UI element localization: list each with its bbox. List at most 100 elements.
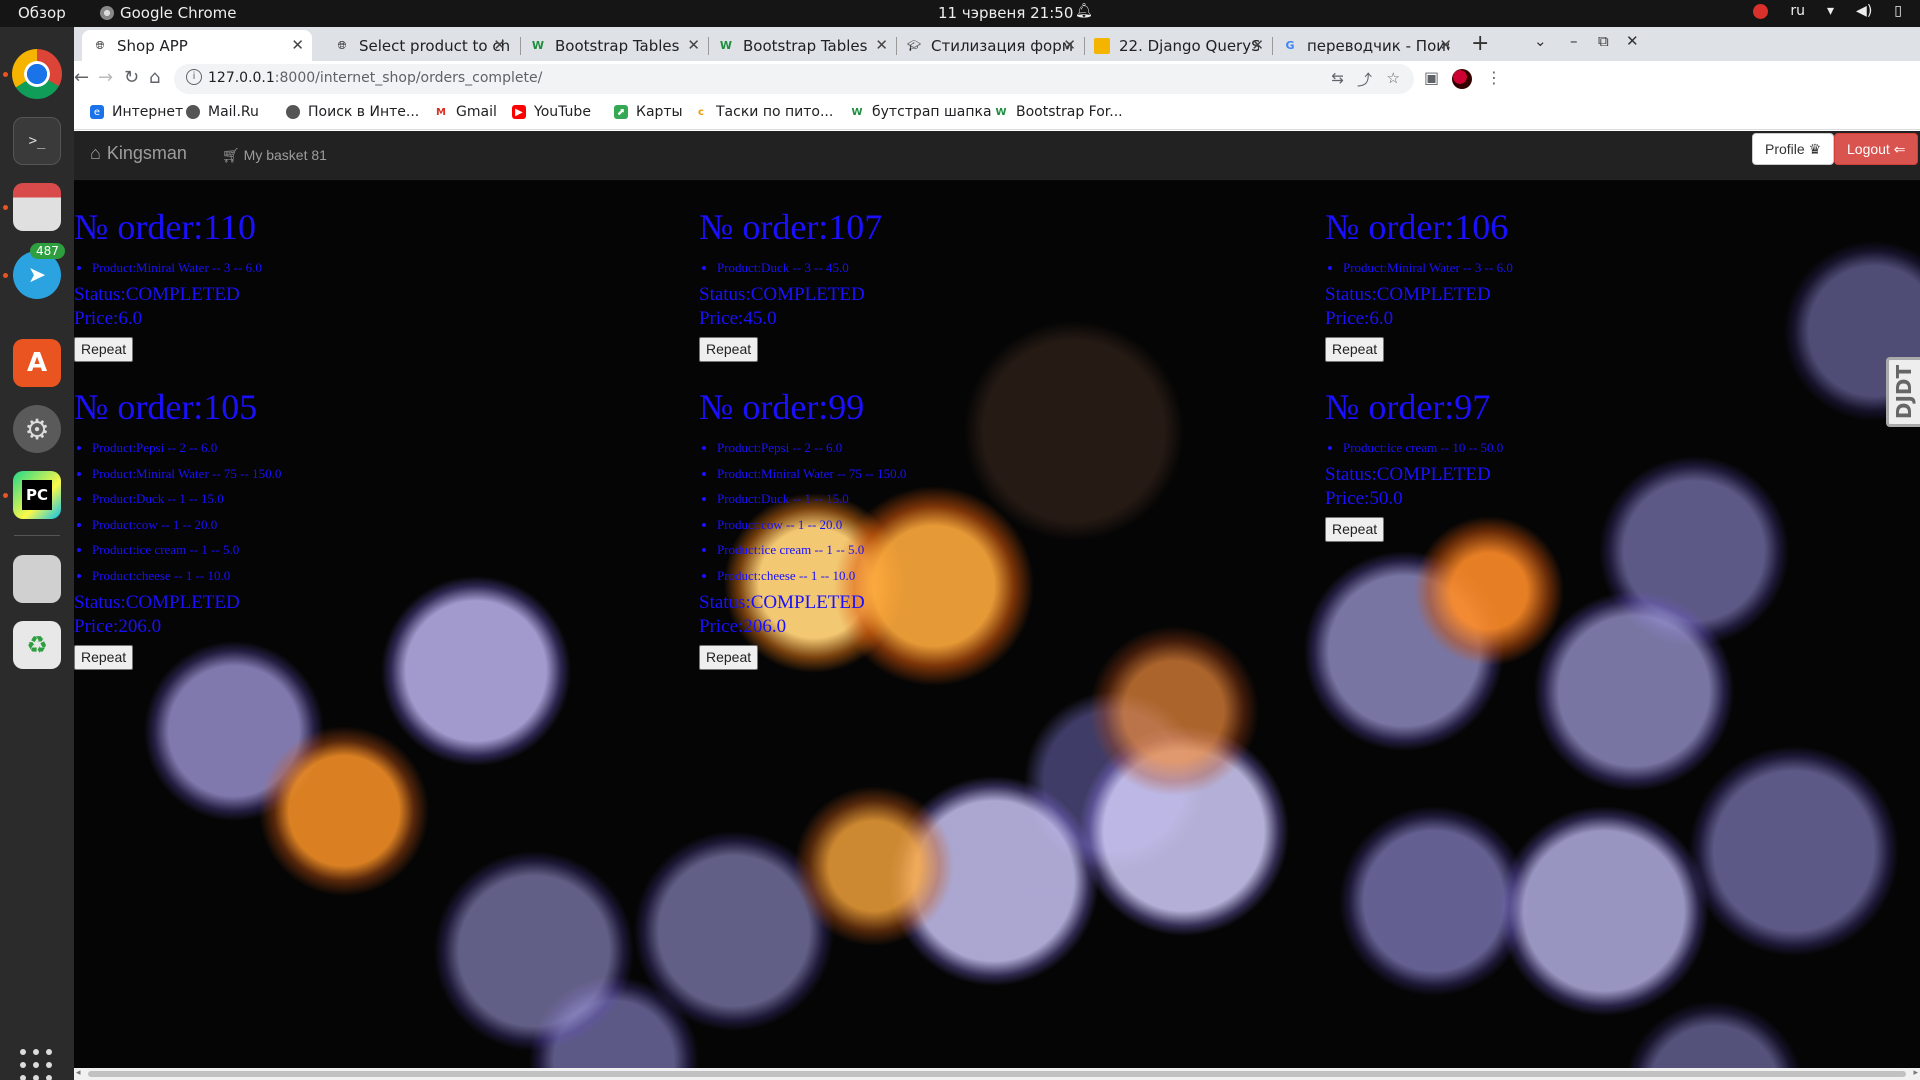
dock-separator <box>14 535 60 536</box>
tab-bootstrap-tables-2[interactable]: W Bootstrap Tables ✕ <box>708 30 896 61</box>
system-tray[interactable]: ru ▾ ◀) ▯ <box>1753 3 1902 19</box>
indicator-icon[interactable] <box>1753 3 1769 19</box>
files-icon[interactable] <box>13 183 61 231</box>
clock[interactable]: 11 чэрвеня 21:50 <box>938 4 1073 22</box>
bookmark-mailru[interactable]: Mail.Ru <box>186 104 259 120</box>
bookmark-search[interactable]: Поиск в Инте... <box>286 104 419 120</box>
system-top-bar: Обзор Google Chrome 11 чэрвеня 21:50 🔔︎ … <box>0 0 1920 27</box>
django-debug-toolbar-handle[interactable]: DJDT <box>1886 357 1920 427</box>
youtube-icon: ▶ <box>512 105 526 119</box>
running-indicator <box>3 205 8 210</box>
scroll-thumb[interactable] <box>88 1071 1906 1077</box>
slides-icon <box>1094 37 1110 54</box>
restore-button[interactable]: ⧉ <box>1598 32 1609 50</box>
list-item: Product:ice cream -- 10 -- 50.0 <box>1343 435 1885 461</box>
tab-django-queryset[interactable]: 22. Django QuerySet API ✕ <box>1084 30 1272 61</box>
globe-icon: 🌐︎ <box>95 38 105 52</box>
page-viewport: ⌂ Kingsman 🛒︎ My basket 81 Profile ♛ Log… <box>74 131 1920 1080</box>
disk-icon[interactable] <box>13 555 61 603</box>
tab-shop-app[interactable]: 🌐︎ Shop APP ✕ <box>82 30 312 61</box>
show-apps-icon[interactable] <box>20 1049 54 1080</box>
minimize-button[interactable]: – <box>1570 32 1578 50</box>
profile-button[interactable]: Profile ♛ <box>1752 133 1835 165</box>
chrome-small-icon <box>100 6 114 20</box>
wifi-icon: ▾ <box>1827 3 1835 19</box>
close-icon[interactable]: ✕ <box>1063 36 1076 54</box>
activities-button[interactable]: Обзор <box>18 4 66 22</box>
back-button[interactable]: ← <box>74 67 89 88</box>
order-price: Price:45.0 <box>699 307 777 329</box>
home-button[interactable]: ⌂ <box>149 67 160 88</box>
logout-button[interactable]: Logout ⇐ <box>1834 133 1919 165</box>
scroll-right-icon[interactable]: ▸ <box>1913 1068 1918 1078</box>
order-title: № order:106 <box>1325 207 1509 247</box>
globe-icon: 🌐︎ <box>337 38 347 52</box>
order-status: Status:COMPLETED <box>699 591 865 613</box>
bookmark-gmail[interactable]: M Gmail <box>434 104 497 120</box>
tab-bootstrap-tables-1[interactable]: W Bootstrap Tables ✕ <box>520 30 708 61</box>
reload-button[interactable]: ↻ <box>124 67 139 88</box>
chrome-icon[interactable] <box>12 49 62 99</box>
bookmark-internet[interactable]: e Интернет <box>90 104 183 120</box>
close-icon[interactable]: ✕ <box>1251 36 1264 54</box>
horizontal-scrollbar[interactable]: ◂ ▸ <box>74 1068 1920 1080</box>
tab-select-product[interactable]: 🌐︎ Select product to chang ✕ <box>324 30 514 61</box>
translate-icon[interactable]: ⇆ <box>1331 69 1344 87</box>
profile-avatar[interactable] <box>1452 69 1472 89</box>
close-icon[interactable]: ✕ <box>493 36 506 54</box>
share-icon[interactable]: ⤴ <box>1357 69 1372 90</box>
bookmark-tasks[interactable]: c Таски по пито... <box>694 104 833 120</box>
order-items: Product:Pepsi -- 2 -- 6.0 Product:Minira… <box>92 435 674 589</box>
tab-search-icon[interactable]: ⌄ <box>1534 32 1547 50</box>
bookmark-maps[interactable]: ⬈ Карты <box>614 104 683 120</box>
pycharm-icon[interactable]: PC <box>13 471 61 519</box>
repeat-button[interactable]: Repeat <box>699 644 759 670</box>
repeat-button[interactable]: Repeat <box>74 644 134 670</box>
order-title: № order:107 <box>699 207 883 247</box>
basket-link[interactable]: 🛒︎ My basket 81 <box>222 147 327 164</box>
close-icon[interactable]: ✕ <box>1439 36 1452 54</box>
repeat-button[interactable]: Repeat <box>1325 336 1385 362</box>
bookmarks-bar: e Интернет Mail.Ru Поиск в Инте... M Gmail… <box>74 98 1920 130</box>
menu-icon[interactable]: ⋮ <box>1486 68 1502 87</box>
side-panel-icon[interactable]: ▣ <box>1424 68 1439 87</box>
list-item: Product:Miniral Water -- 75 -- 150.0 <box>717 461 1299 487</box>
close-icon[interactable]: ✕ <box>291 36 304 54</box>
repeat-button[interactable]: Repeat <box>1325 516 1385 542</box>
info-icon[interactable]: i <box>186 69 202 85</box>
active-app-menu[interactable]: Google Chrome <box>100 4 237 22</box>
close-window-button[interactable]: ✕ <box>1626 32 1639 50</box>
tab-label: 22. Django QuerySet API <box>1119 36 1259 55</box>
c-icon: c <box>694 105 708 119</box>
keyboard-layout[interactable]: ru <box>1790 3 1805 19</box>
repeat-button[interactable]: Repeat <box>699 336 759 362</box>
bookmark-bootstrap-header[interactable]: Wбутстрап шапка <box>850 104 992 120</box>
order-title: № order:99 <box>699 387 865 427</box>
new-tab-button[interactable]: + <box>1471 31 1489 56</box>
order-price: Price:6.0 <box>1325 307 1394 329</box>
close-icon[interactable]: ✕ <box>687 36 700 54</box>
repeat-button[interactable]: Repeat <box>74 336 134 362</box>
terminal-icon[interactable]: >_ <box>13 117 61 165</box>
volume-icon: ◀) <box>1856 3 1873 19</box>
site-navbar: ⌂ Kingsman 🛒︎ My basket 81 Profile ♛ Log… <box>74 131 1920 181</box>
url-path: :8000/internet_shop/orders_complete/ <box>274 70 543 86</box>
forward-button[interactable]: → <box>98 67 113 88</box>
bookmark-youtube[interactable]: ▶ YouTube <box>512 104 591 120</box>
tab-label: Bootstrap Tables <box>555 36 680 55</box>
close-icon[interactable]: ✕ <box>875 36 888 54</box>
address-bar[interactable]: i 127.0.0.1:8000/internet_shop/orders_co… <box>174 64 1414 94</box>
tab-label: Select product to chang <box>359 36 509 55</box>
bookmark-bootstrap-forms[interactable]: W Bootstrap For... <box>994 104 1123 120</box>
tab-label: Shop APP <box>117 36 188 55</box>
app-center-icon[interactable]: A <box>13 339 61 387</box>
list-item: Product:cheese -- 1 -- 10.0 <box>717 563 1299 589</box>
terminal-glyph: >_ <box>28 133 46 149</box>
bookmark-star-icon[interactable]: ☆ <box>1387 69 1400 87</box>
tab-form-styling[interactable]: 🎓︎ Стилизация форм ✕ <box>896 30 1084 61</box>
settings-icon[interactable]: ⚙ <box>13 405 61 453</box>
trash-icon[interactable]: ♻ <box>13 621 61 669</box>
scroll-left-icon[interactable]: ◂ <box>76 1068 81 1078</box>
brand-link[interactable]: ⌂ Kingsman <box>90 143 187 164</box>
tab-translator-search[interactable]: G переводчик - Поиск в G ✕ <box>1272 30 1460 61</box>
